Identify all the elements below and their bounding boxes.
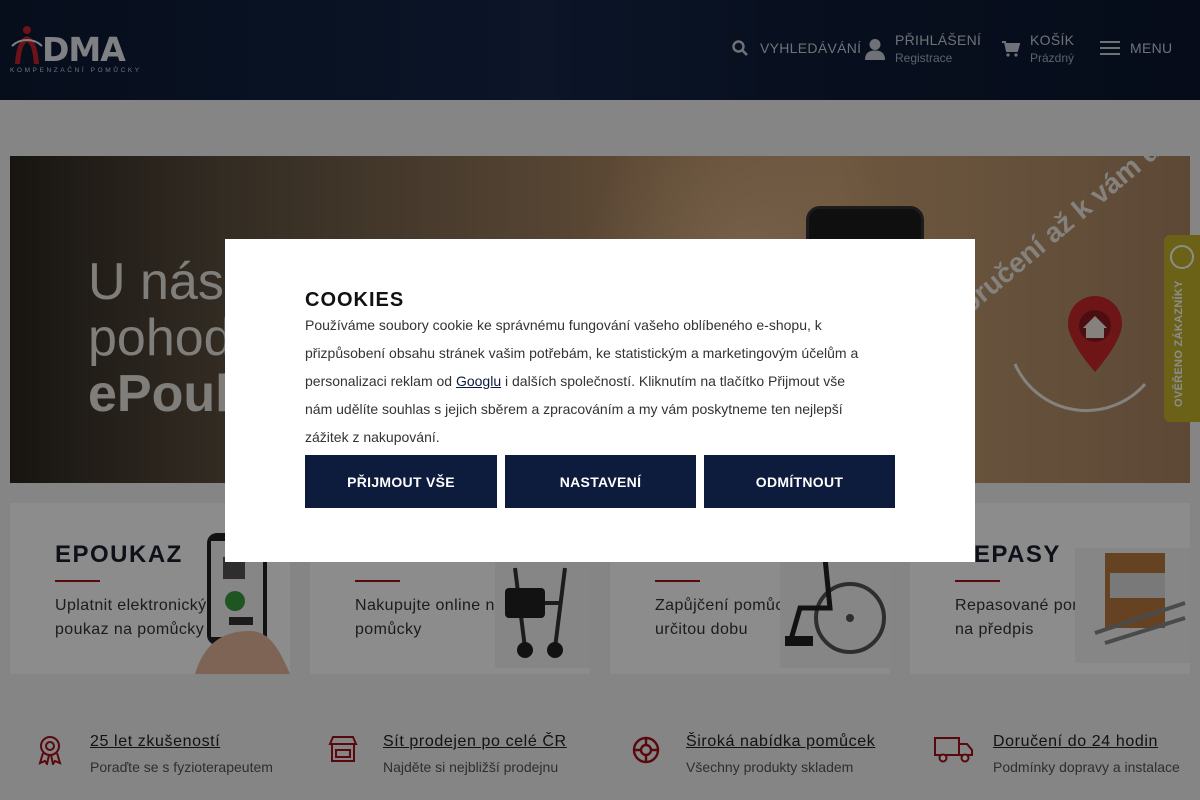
accept-all-button[interactable]: PŘIJMOUT VŠE (305, 455, 497, 508)
cookie-title: COOKIES (305, 289, 405, 311)
cookie-dialog: COOKIES Používáme soubory cookie ke sprá… (225, 239, 975, 562)
settings-button[interactable]: NASTAVENÍ (505, 455, 696, 508)
cookie-text: Používáme soubory cookie ke správnému fu… (305, 311, 875, 451)
google-link[interactable]: Googlu (456, 373, 501, 389)
reject-button[interactable]: ODMÍTNOUT (704, 455, 895, 508)
